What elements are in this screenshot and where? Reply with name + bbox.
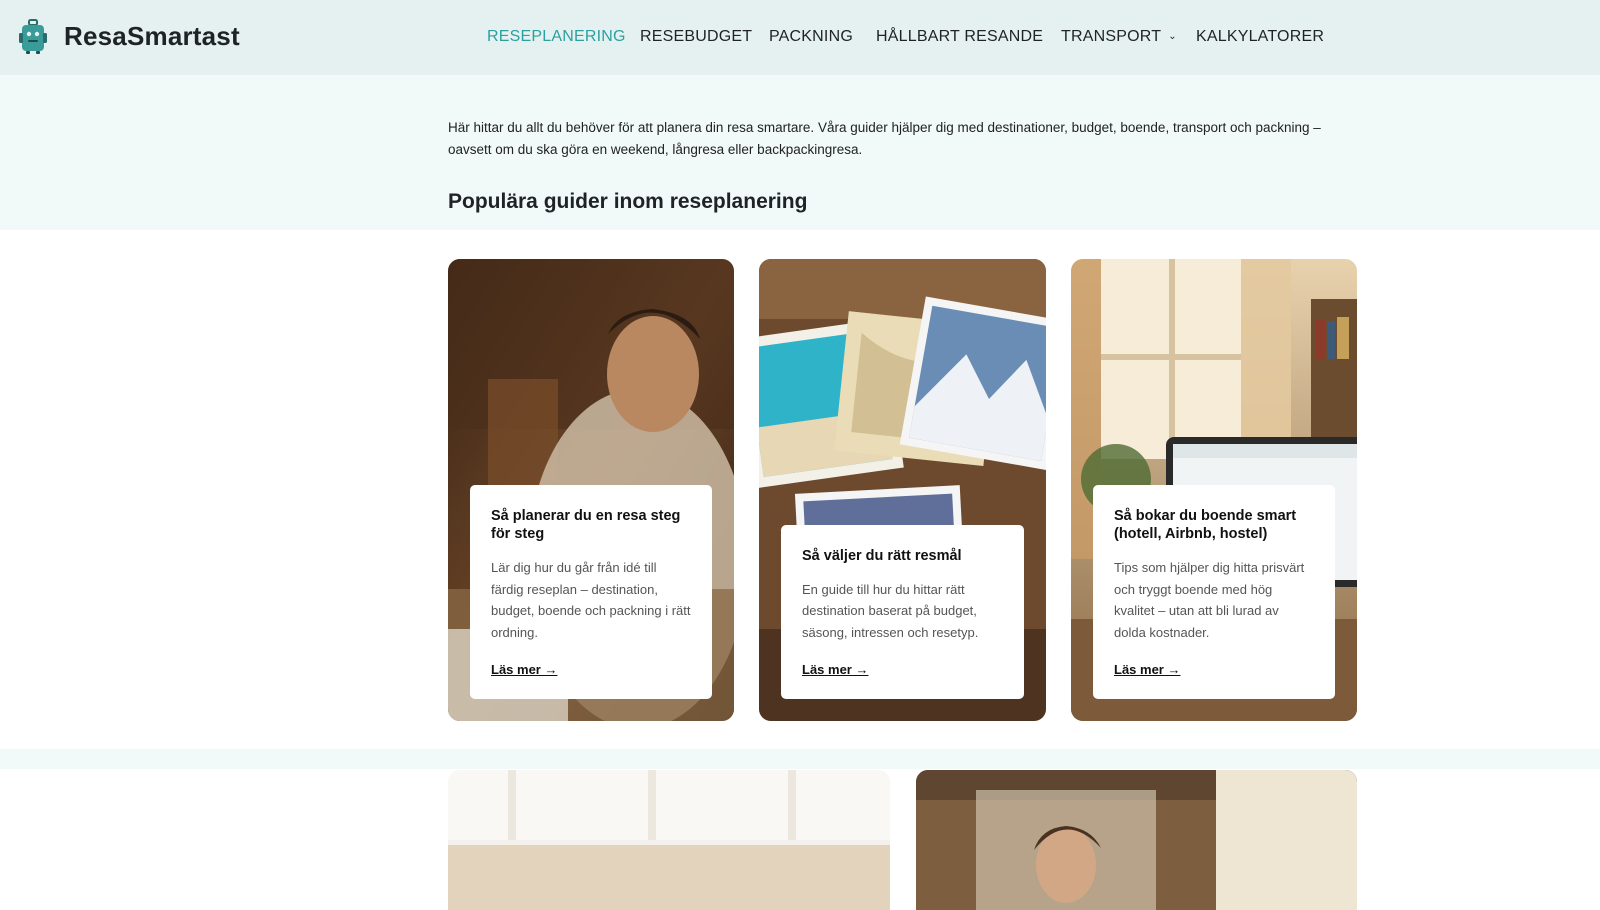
card-text: En guide till hur du hittar rätt destina… [802, 581, 979, 640]
card-title: Så planerar du en resa steg för steg [491, 508, 681, 542]
card-title: Så bokar du boende smart (hotell, Airbnb… [1114, 508, 1297, 542]
card-body: Så planerar du en resa steg för steg Lär… [470, 485, 712, 699]
nav-item-reseplanering[interactable]: RESEPLANERING [487, 28, 626, 46]
guide-card-book-accommodation[interactable]: Så bokar du boende smart (hotell, Airbnb… [1071, 259, 1357, 721]
card-body: Så väljer du rätt resmål En guide till h… [781, 524, 1024, 699]
nav-item-kalkylatorer[interactable]: KALKYLATORER [1196, 28, 1324, 46]
stressed-woman-image [916, 770, 1357, 910]
suitcase-robot-icon[interactable] [18, 19, 48, 55]
guide-card-plan-trip[interactable]: Så planerar du en resa steg för steg Lär… [448, 259, 734, 721]
read-more-link[interactable]: Läs mer → [1114, 662, 1180, 677]
site-brand[interactable]: ResaSmartast [64, 21, 240, 52]
guide-card-next-2[interactable] [916, 770, 1357, 910]
card-body: Så bokar du boende smart (hotell, Airbnb… [1093, 485, 1335, 699]
read-more-link[interactable]: Läs mer → [491, 662, 557, 677]
read-more-link[interactable]: Läs mer → [802, 662, 868, 677]
chevron-down-icon: ⌄ [1168, 31, 1177, 42]
guide-card-choose-destination[interactable]: Så väljer du rätt resmål En guide till h… [759, 259, 1046, 721]
card-text: Tips som hjälper dig hitta prisvärt och … [1114, 560, 1305, 640]
nav-item-transport[interactable]: TRANSPORT ⌄ [1061, 28, 1177, 46]
intro-text: Här hittar du allt du behöver för att pl… [448, 120, 1321, 157]
table-window-image [448, 770, 890, 910]
nav-item-hallbart-resande[interactable]: HÅLLBART RESANDE [876, 28, 1043, 46]
nav-item-packning[interactable]: PACKNING [769, 28, 853, 46]
guide-card-next-1[interactable] [448, 770, 890, 910]
section-title: Populära guider inom reseplanering [448, 190, 808, 213]
nav-item-transport-label: TRANSPORT [1061, 28, 1162, 45]
section-divider [0, 749, 1600, 769]
nav-item-resebudget[interactable]: RESEBUDGET [640, 28, 752, 46]
card-title: Så väljer du rätt resmål [802, 547, 962, 564]
card-text: Lär dig hur du går från idé till färdig … [491, 560, 691, 640]
site-header: ResaSmartast RESEPLANERING RESEBUDGET PA… [0, 0, 1600, 75]
